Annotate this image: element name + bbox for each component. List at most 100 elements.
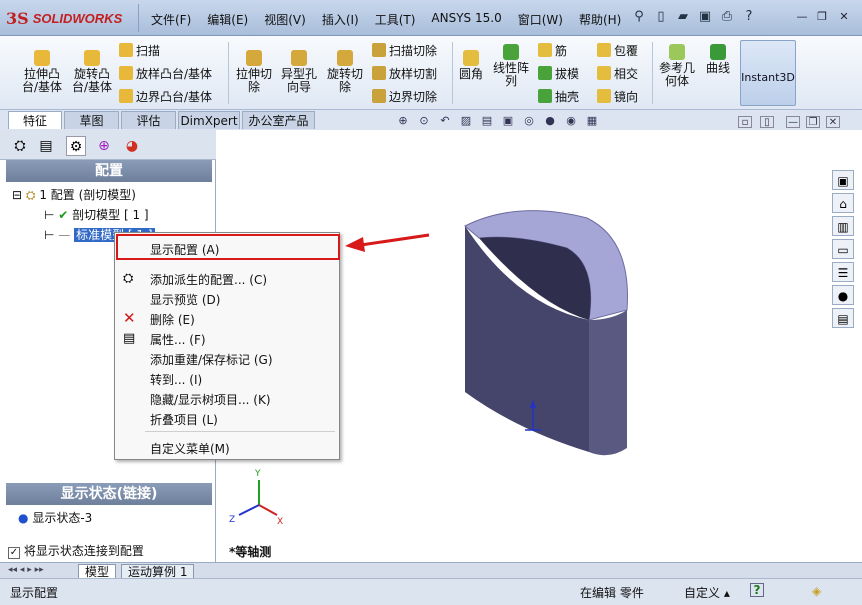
extrude-boss-button[interactable]: 拉伸凸 台/基体 — [20, 50, 64, 94]
appearances-icon[interactable]: ● — [832, 285, 854, 305]
hide-show-items-icon[interactable]: ◎ — [521, 114, 537, 128]
save-icon[interactable]: ▣ — [696, 8, 714, 26]
boundary-boss-button[interactable]: 边界凸台/基体 — [119, 87, 212, 105]
restore-icon[interactable]: ❐ — [814, 10, 830, 24]
help-icon[interactable]: ? — [740, 8, 758, 26]
doc-restore-icon[interactable]: ❐ — [806, 116, 820, 128]
doc-minimize-icon[interactable]: — — [786, 116, 800, 128]
close-icon[interactable]: ✕ — [836, 10, 852, 24]
view-settings-icon[interactable]: ▦ — [584, 114, 600, 128]
loft-boss-button[interactable]: 放样凸台/基体 — [119, 64, 212, 82]
notification-icon[interactable]: ◈ — [812, 584, 821, 598]
resources-icon[interactable]: ▣ — [832, 170, 854, 190]
collapse-icon[interactable]: ⊟ — [12, 188, 22, 202]
sweep-button[interactable]: 扫描 — [119, 41, 160, 59]
units-selector[interactable]: 自定义 ▴ — [684, 584, 730, 601]
rib-button[interactable]: 筋 — [538, 41, 567, 59]
checkbox-checked-icon[interactable]: ✓ — [8, 547, 20, 559]
feature-tree-icon[interactable]: ⛭ — [10, 136, 30, 156]
doc-close-icon[interactable]: ✕ — [826, 116, 840, 128]
swept-cut-button[interactable]: 扫描切除 — [372, 41, 437, 59]
tile-icon[interactable]: ▫ — [738, 116, 752, 128]
menu-edit[interactable]: 编辑(E) — [202, 8, 253, 31]
menu-item-collapse-items[interactable]: 折叠项目 (L) — [150, 411, 218, 428]
tab-scroll-arrows-icon[interactable]: ◂◂ ◂ ▸ ▸▸ — [8, 565, 44, 575]
draft-button[interactable]: 拔模 — [538, 64, 579, 82]
properties-icon: ▤ — [123, 331, 136, 346]
display-manager-icon[interactable]: ◕ — [122, 136, 142, 156]
split-view-icon[interactable]: ▯ — [760, 116, 774, 128]
extrude-cut-label: 拉伸切 除 — [235, 67, 272, 94]
lofted-cut-button[interactable]: 放样切割 — [372, 64, 437, 82]
design-library-icon[interactable]: ▥ — [832, 216, 854, 236]
tab-model[interactable]: 模型 — [78, 564, 117, 579]
apply-scene-icon[interactable]: ◉ — [563, 114, 579, 128]
instant3d-button[interactable]: Instant3D — [740, 40, 796, 106]
view-palette-icon[interactable]: ☰ — [832, 262, 854, 282]
zoom-area-icon[interactable]: ⊙ — [416, 114, 432, 128]
reference-geometry-button[interactable]: 参考几 何体 — [656, 44, 698, 88]
menu-window[interactable]: 窗口(W) — [513, 8, 568, 31]
help-status-icon[interactable]: ? — [750, 583, 764, 597]
menu-item-customize-menu[interactable]: 自定义菜单(M) — [150, 440, 230, 457]
revolve-cut-button[interactable]: 旋转切 除 — [323, 50, 367, 94]
menu-item-properties[interactable]: 属性... (F) — [150, 331, 206, 348]
menu-ansys[interactable]: ANSYS 15.0 — [426, 8, 506, 31]
revolve-boss-button[interactable]: 旋转凸 台/基体 — [70, 50, 114, 94]
print-icon[interactable]: ⎙ — [718, 8, 736, 26]
tab-motion-study[interactable]: 运动算例 1 — [121, 564, 195, 579]
link-display-states-option[interactable]: ✓ 将显示状态连接到配置 — [8, 542, 144, 559]
view-orientation-icon[interactable]: ▤ — [479, 114, 495, 128]
fillet-button[interactable]: 圆角 — [456, 50, 486, 81]
open-folder-icon[interactable]: ▰ — [674, 8, 692, 26]
mirror-button[interactable]: 镜向 — [597, 87, 638, 105]
dimxpert-manager-icon[interactable]: ⊕ — [94, 136, 114, 156]
config-tree-root[interactable]: ⊟ ⛭ 1 配置 (剖切模型) — [12, 186, 136, 203]
triad-x-label: X — [277, 517, 283, 527]
display-state-item[interactable]: ● 显示状态-3 — [18, 509, 92, 526]
hole-wizard-button[interactable]: 异型孔 向导 — [277, 50, 321, 94]
extrude-cut-button[interactable]: 拉伸切 除 — [232, 50, 276, 94]
linear-pattern-button[interactable]: 线性阵 列 — [490, 44, 532, 88]
menu-item-show-preview[interactable]: 显示预览 (D) — [150, 291, 220, 308]
tab-features[interactable]: 特征 — [8, 111, 62, 129]
wrap-button[interactable]: 包覆 — [597, 41, 638, 59]
home-icon[interactable]: ⌂ — [832, 193, 854, 213]
property-manager-icon[interactable]: ▤ — [36, 136, 56, 156]
tab-evaluate[interactable]: 评估 — [121, 111, 176, 129]
previous-view-icon[interactable]: ↶ — [437, 114, 453, 128]
intersect-label: 相交 — [614, 66, 639, 81]
zoom-to-fit-icon[interactable]: ⊕ — [395, 114, 411, 128]
lofted-cut-icon — [372, 66, 386, 80]
menu-item-add-rebuild-save-mark[interactable]: 添加重建/保存标记 (G) — [150, 351, 273, 368]
menu-item-delete[interactable]: 删除 (E) — [150, 311, 195, 328]
new-document-icon[interactable]: ▯ — [652, 8, 670, 26]
display-style-icon[interactable]: ▣ — [500, 114, 516, 128]
custom-properties-icon[interactable]: ▤ — [832, 308, 854, 328]
menu-insert[interactable]: 插入(I) — [317, 8, 364, 31]
pin-icon[interactable]: ⚲ — [630, 8, 648, 26]
config-item-section-model[interactable]: ⊢ ✔ 剖切模型 [ 1 ] — [44, 206, 149, 223]
tab-sketch[interactable]: 草图 — [64, 111, 119, 129]
menu-tools[interactable]: 工具(T) — [370, 8, 421, 31]
shell-button[interactable]: 抽壳 — [538, 87, 579, 105]
tab-office-products[interactable]: 办公室产品 — [242, 111, 315, 129]
curves-button[interactable]: 曲线 — [702, 44, 734, 75]
mirror-label: 镜向 — [614, 89, 639, 104]
intersect-button[interactable]: 相交 — [597, 64, 638, 82]
menu-view[interactable]: 视图(V) — [259, 8, 311, 31]
minimize-icon[interactable]: — — [794, 10, 810, 24]
menu-help[interactable]: 帮助(H) — [574, 8, 626, 31]
configuration-manager-icon[interactable]: ⚙ — [66, 136, 86, 156]
file-explorer-icon[interactable]: ▭ — [832, 239, 854, 259]
menu-item-go-to[interactable]: 转到... (I) — [150, 371, 202, 388]
edit-appearance-icon[interactable]: ● — [542, 114, 558, 128]
menu-item-hide-show-tree-items[interactable]: 隐藏/显示树项目... (K) — [150, 391, 271, 408]
section-view-icon[interactable]: ▨ — [458, 114, 474, 128]
boundary-cut-button[interactable]: 边界切除 — [372, 87, 437, 105]
menu-item-add-derived-config[interactable]: 添加派生的配置... (C) — [150, 271, 267, 288]
menu-file[interactable]: 文件(F) — [146, 8, 196, 31]
lofted-cut-label: 放样切割 — [389, 66, 438, 81]
tab-dimxpert[interactable]: DimXpert — [178, 111, 240, 129]
reference-geometry-icon — [669, 44, 685, 60]
